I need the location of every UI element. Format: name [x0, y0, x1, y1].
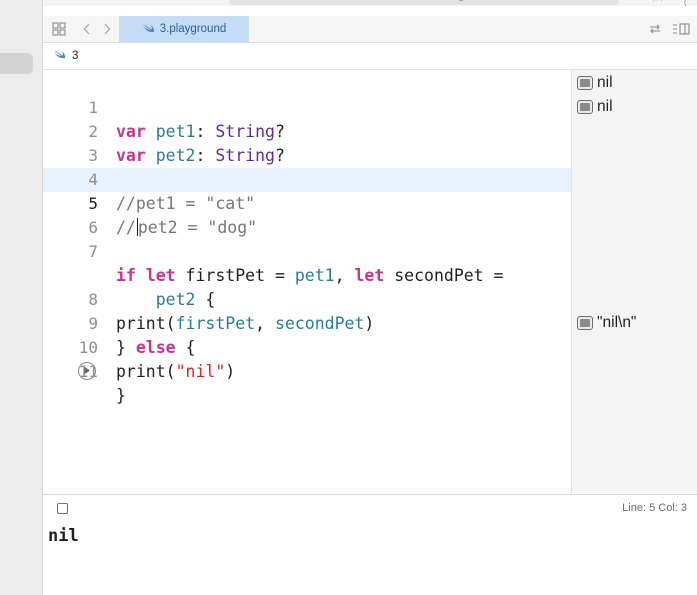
code-line[interactable]: 11 }	[43, 336, 571, 405]
result-value: nil	[597, 98, 613, 115]
run-button[interactable]	[78, 362, 96, 380]
quick-look-icon[interactable]	[577, 100, 593, 114]
results-sidebar: nil nil "nil\n"	[571, 70, 697, 493]
source-editor[interactable]: 1 var pet1: String? 2 var pet2: String? …	[43, 70, 571, 493]
alert-icon[interactable]: ⟨	[683, 0, 687, 8]
result-item[interactable]: nil	[577, 72, 613, 94]
inspector-icon[interactable]	[671, 16, 691, 42]
quick-look-icon[interactable]	[577, 76, 593, 90]
jump-bar: 3	[43, 43, 697, 70]
chevron-right-icon[interactable]	[101, 16, 113, 42]
tab-label: 3.playground	[159, 23, 227, 35]
code-line[interactable]: 10 print("nil")	[43, 312, 571, 381]
navigator-sidebar	[0, 0, 43, 595]
code-line[interactable]: 8 print(firstPet, secondPet)	[43, 264, 571, 333]
code-line-wrapped[interactable]: pet2 {	[43, 240, 571, 309]
result-item[interactable]: nil	[577, 96, 613, 118]
code-line-current[interactable]: 5 //pet2 = "dog"	[43, 168, 571, 237]
code-string: "nil"	[175, 362, 226, 381]
activity-field	[229, 0, 619, 5]
code-line[interactable]: 3	[43, 120, 571, 165]
code-line[interactable]: 7 if let firstPet = pet1, let secondPet …	[43, 216, 571, 285]
activity-indicator	[459, 0, 463, 1]
result-value: "nil\n"	[597, 314, 637, 331]
tab-bar: 3.playground	[43, 16, 697, 43]
tab-playground[interactable]: 3.playground	[119, 16, 249, 42]
refresh-icon[interactable]	[647, 16, 663, 42]
result-value: nil	[597, 74, 613, 91]
debug-bar: Line: 5 Col: 3	[43, 494, 697, 523]
play-icon	[83, 362, 91, 380]
more-icon[interactable]: ···	[652, 0, 663, 6]
code-line[interactable]: 2 var pet2: String?	[43, 96, 571, 165]
code-token: )	[225, 362, 236, 381]
quick-look-icon[interactable]	[577, 316, 593, 330]
sidebar-selected-item[interactable]	[0, 53, 33, 74]
window-toolbar: ··· ⟨	[43, 0, 697, 8]
result-item[interactable]: "nil\n"	[577, 312, 636, 334]
console-output: nil	[48, 526, 79, 546]
swift-icon	[142, 22, 155, 37]
code-token: }	[116, 386, 126, 405]
code-line[interactable]: 1 var pet1: String?	[43, 72, 571, 141]
console-toggle-checkbox[interactable]	[57, 503, 68, 514]
code-line[interactable]: 9 } else {	[43, 288, 571, 357]
jump-bar-item[interactable]: 3	[72, 50, 78, 62]
grid-icon[interactable]	[51, 16, 67, 42]
console-area[interactable]: nil	[43, 522, 697, 595]
cursor-position: Line: 5 Col: 3	[622, 502, 687, 514]
code-line[interactable]: 4 //pet1 = "cat"	[43, 144, 571, 213]
chevron-left-icon[interactable]	[81, 16, 93, 42]
code-line[interactable]: 6	[43, 192, 571, 237]
swift-icon	[53, 47, 66, 65]
code-token: print(	[116, 362, 176, 381]
